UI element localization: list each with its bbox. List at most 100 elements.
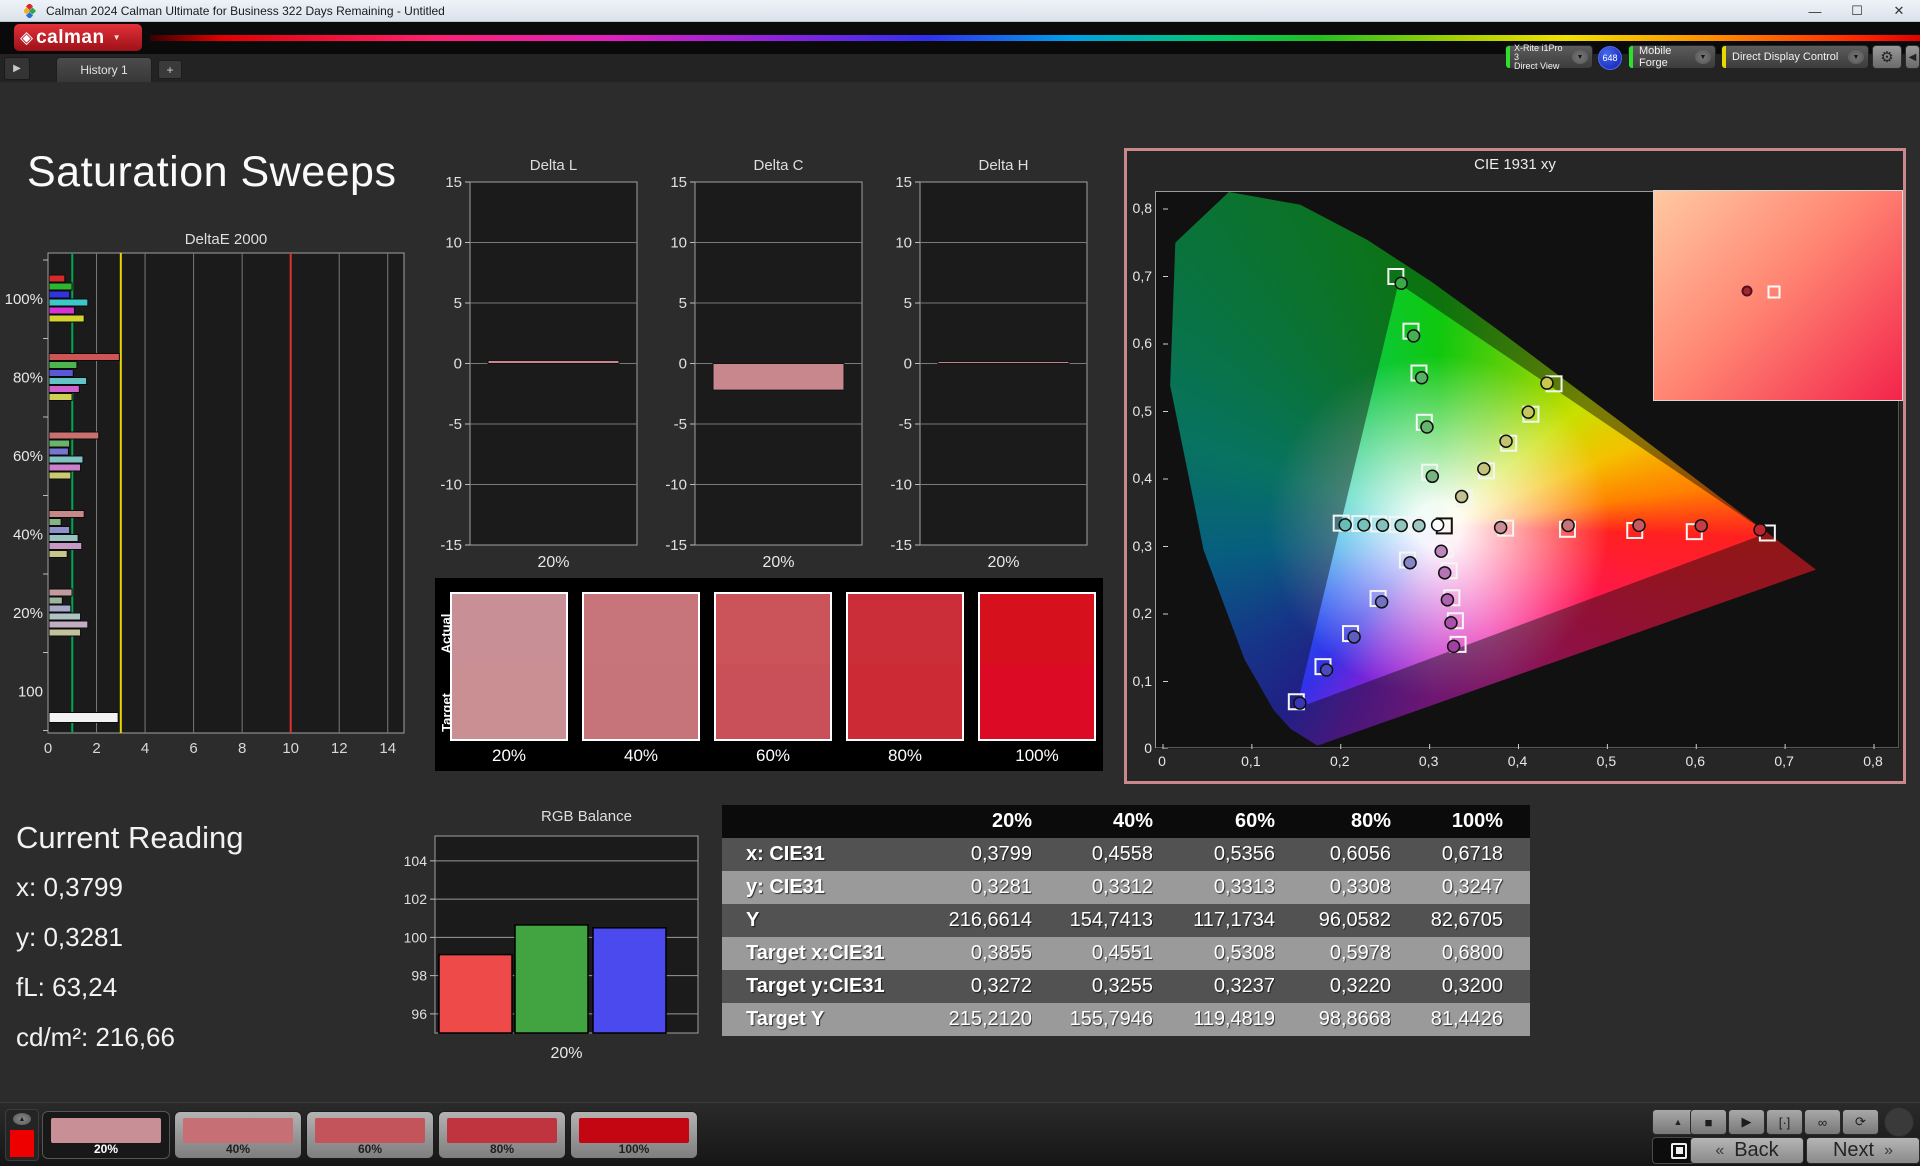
table-row-label: Target Y [746,1008,825,1030]
compare-swatch-label: 40% [623,746,659,765]
svg-text:8: 8 [238,740,246,757]
deltae-bar-60%-4 [48,463,82,472]
back-button[interactable]: « Back [1690,1137,1804,1164]
close-button[interactable]: ✕ [1878,0,1920,22]
compare-swatch-80% [846,592,964,741]
collapse-panel-button[interactable]: ◀ [1905,45,1920,69]
svg-text:-5: -5 [674,416,687,433]
cie-measured-blue-2 [1374,595,1389,609]
table-row-label: Target x:CIE31 [746,942,885,964]
table-cell: 0,3308 [1329,876,1391,898]
deltae-bar-100%-3 [48,298,89,307]
next-button[interactable]: Next » [1806,1137,1920,1164]
table-cell: 0,3200 [1441,975,1503,997]
cie-measured-cyan-5 [1338,518,1352,532]
table-row-label: Target y:CIE31 [746,975,885,997]
table-cell: 0,3281 [970,876,1032,898]
cie-y-tick: 0,2 [1132,605,1152,621]
play-icon: ▶ [1741,1114,1752,1129]
cie-measured-magenta-3 [1440,593,1455,607]
chevron-down-icon: ▼ [1848,50,1864,64]
svg-text:6: 6 [189,740,197,757]
settings-gear-button[interactable]: ⚙ [1872,45,1902,69]
table-col-header: 80% [1350,810,1391,832]
svg-text:Delta C: Delta C [753,157,803,174]
table-cell: 154,7413 [1069,909,1153,931]
add-tab-button[interactable]: + [158,60,182,79]
svg-text:DeltaE 2000: DeltaE 2000 [185,231,268,248]
level-button-80%[interactable]: 80% [438,1111,566,1159]
table-cell: 0,5308 [1213,942,1275,964]
play-button[interactable]: ▶ [1728,1109,1765,1135]
single-measure-icon: [·] [1778,1114,1791,1130]
table-row-label: x: CIE31 [746,843,825,865]
level-button-20%[interactable]: 20% [42,1111,170,1159]
source-dropdown[interactable]: Mobile Forge ▼ [1628,45,1716,69]
chevron-down-icon: ▼ [1572,50,1588,64]
svg-text:Delta H: Delta H [978,157,1028,174]
continuous-button[interactable]: ∞ [1804,1109,1841,1135]
level-label: 80% [489,1142,515,1156]
deltaL-bar [487,359,620,365]
window-titlebar: Calman 2024 Calman Ultimate for Business… [0,0,1920,22]
table-cell: 96,0582 [1318,909,1391,931]
deltae-bar-40%-4 [48,542,83,550]
chevrons-right-icon: » [1884,1141,1894,1159]
deltae-bar-100%-4 [48,306,75,315]
svg-text:12: 12 [331,740,348,757]
cie-x-tick: 0,3 [1418,753,1439,769]
table-cell: 0,6718 [1441,843,1503,865]
inset-target-square [1767,285,1781,299]
svg-text:5: 5 [679,295,687,312]
inset-measured-dot [1741,285,1753,297]
table-col-header: 100% [1451,810,1503,832]
history-tab[interactable]: History 1 [56,57,152,82]
current-reading-y: y: 0,3281 [16,922,123,952]
calman-menu-button[interactable]: ◈ calman ▼ [14,24,142,51]
cie-measured-red-1 [1493,520,1508,535]
stop-button[interactable]: ■ [1690,1109,1727,1135]
svg-text:80%: 80% [13,370,43,387]
display-control-dropdown[interactable]: Direct Display Control ▼ [1721,45,1869,69]
svg-text:20%: 20% [987,554,1019,571]
level-button-40%[interactable]: 40% [174,1111,302,1159]
chevron-down-icon: ▼ [1695,50,1711,64]
measure-indicator[interactable] [1884,1107,1914,1137]
svg-text:15: 15 [895,174,912,191]
table-cell: 0,3220 [1329,975,1391,997]
cie-measured-blue-5 [1293,696,1307,710]
svg-text:RGB Balance: RGB Balance [541,808,632,825]
meter-count-badge[interactable]: 648 [1598,46,1622,70]
rgb-bar-blue [592,927,667,1034]
meter-device-dropdown[interactable]: X-Rite i1Pro 3 Direct View ▼ [1505,42,1593,70]
pattern-window-button[interactable]: ▲ [5,1109,39,1161]
deltae2000-chart: DeltaE 2000 0 2 4 6 8 10 12 14 100% 80% 60% 40% 20% 10… [5,231,405,757]
level-button-100%[interactable]: 100% [570,1111,698,1159]
svg-text:100: 100 [404,929,428,945]
cie-x-tick: 0 [1158,753,1166,769]
deltae-bar-100%-0 [48,274,66,283]
minimize-button[interactable]: — [1794,0,1836,22]
tab-scroll-button[interactable]: ▶ [4,57,30,80]
svg-text:15: 15 [670,174,687,191]
deltae-bar-60%-5 [48,471,72,480]
cie-measured-red-2 [1561,518,1575,533]
calman-logo-text: calman [36,26,105,48]
calman-diamond-icon: ◈ [20,27,34,47]
refresh-button[interactable]: ⟳ [1842,1109,1879,1135]
cie-measured-green-3 [1414,371,1429,385]
cie-y-tick: 0,7 [1132,267,1152,284]
svg-text:5: 5 [904,295,912,312]
compare-swatch-40% [582,592,700,741]
meter-device-line1: X-Rite i1Pro 3 [1514,42,1563,62]
table-row: Target y:CIE31 0,3272 0,3255 0,3237 0,3220 0,… [722,970,1530,1003]
level-swatch [447,1118,557,1143]
single-measure-button[interactable]: [·] [1766,1109,1803,1135]
svg-text:10: 10 [895,235,912,252]
table-row: y: CIE31 0,3281 0,3312 0,3313 0,3308 0,3247 [722,871,1530,904]
svg-text:-15: -15 [665,537,687,554]
table-cell: 0,5978 [1329,942,1391,964]
maximize-button[interactable]: ☐ [1836,0,1878,22]
level-button-60%[interactable]: 60% [306,1111,434,1159]
cie-y-tick: 0,5 [1132,402,1152,419]
